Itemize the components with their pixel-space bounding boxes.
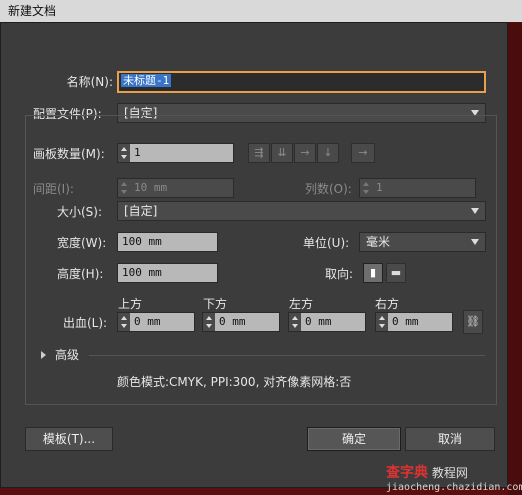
cancel-button[interactable]: 取消 [405, 427, 495, 451]
columns-label: 列数(O): [305, 182, 352, 196]
new-document-dialog: 名称(N): 未标题-1 配置文件(P): [自定] 画板数量(M): 1 ⇶ … [0, 22, 508, 488]
chain-link-icon[interactable]: ⛓ [463, 310, 483, 334]
spacing-stepper[interactable]: 10 mm [117, 178, 234, 198]
ok-button[interactable]: 确定 [307, 427, 401, 451]
units-select[interactable]: 毫米 [359, 232, 486, 252]
bleed-top-label: 上方 [118, 297, 143, 311]
artboard-count-value: 1 [130, 144, 233, 162]
decrement-icon[interactable] [121, 190, 127, 194]
orientation-label: 取向: [325, 267, 354, 281]
grid-by-column-icon[interactable]: ⇊ [271, 143, 293, 163]
window-title: 新建文档 [8, 4, 57, 18]
increment-icon[interactable] [379, 316, 385, 320]
increment-icon[interactable] [363, 182, 369, 186]
bleed-left-label: 左方 [289, 297, 314, 311]
watermark-brand: 查字典 [386, 465, 428, 481]
window-title-bar: 新建文档 [0, 0, 522, 22]
width-field[interactable]: 100 mm [117, 232, 218, 252]
bleed-bottom-stepper[interactable]: 0 mm [202, 312, 280, 332]
bleed-right-value: 0 mm [388, 313, 452, 331]
templates-button[interactable]: 模板(T)... [25, 427, 113, 451]
watermark: 查字典 教程网 jiaocheng.chazidian.com [386, 462, 522, 494]
bleed-right-stepper[interactable]: 0 mm [375, 312, 453, 332]
columns-stepper[interactable]: 1 [359, 178, 476, 198]
increment-icon[interactable] [121, 182, 127, 186]
portrait-icon[interactable]: ▮ [363, 263, 383, 283]
artboard-count-stepper[interactable]: 1 [117, 143, 234, 163]
landscape-icon[interactable]: ▬ [386, 263, 406, 283]
decrement-icon[interactable] [292, 324, 298, 328]
name-label: 名称(N): [66, 75, 113, 89]
bleed-bottom-label: 下方 [203, 297, 228, 311]
spacing-label: 间距(I): [33, 182, 74, 196]
size-select[interactable]: [自定] [117, 201, 486, 221]
height-field[interactable]: 100 mm [117, 263, 218, 283]
bleed-left-value: 0 mm [301, 313, 365, 331]
name-field[interactable]: 未标题-1 [117, 71, 486, 93]
increment-icon[interactable] [121, 316, 127, 320]
advanced-divider [89, 355, 485, 356]
name-value: 未标题-1 [121, 74, 172, 87]
units-value: 毫米 [366, 235, 391, 249]
decrement-icon[interactable] [121, 324, 127, 328]
size-label: 大小(S): [57, 205, 103, 219]
advanced-toggle[interactable]: 高级 [55, 345, 79, 365]
decrement-icon[interactable] [121, 155, 127, 159]
increment-icon[interactable] [292, 316, 298, 320]
watermark-sub: 教程网 [431, 466, 468, 480]
height-label: 高度(H): [57, 267, 104, 281]
grid-by-row-icon[interactable]: ⇶ [248, 143, 270, 163]
columns-value: 1 [372, 179, 475, 197]
spacing-value: 10 mm [130, 179, 233, 197]
right-to-left-icon[interactable]: → [351, 143, 375, 163]
increment-icon[interactable] [121, 147, 127, 151]
bleed-left-stepper[interactable]: 0 mm [288, 312, 366, 332]
chevron-down-icon [471, 239, 479, 245]
bleed-top-stepper[interactable]: 0 mm [117, 312, 195, 332]
arrange-by-row-icon[interactable]: → [294, 143, 316, 163]
bleed-top-value: 0 mm [130, 313, 194, 331]
watermark-url: jiaocheng.chazidian.com [386, 482, 522, 493]
chevron-down-icon [471, 208, 479, 214]
decrement-icon[interactable] [379, 324, 385, 328]
disclosure-triangle-icon[interactable] [41, 351, 46, 359]
decrement-icon[interactable] [206, 324, 212, 328]
size-value: [自定] [124, 204, 158, 218]
bleed-label: 出血(L): [63, 316, 108, 330]
decrement-icon[interactable] [363, 190, 369, 194]
bleed-right-label: 右方 [375, 297, 400, 311]
summary-text: 颜色模式:CMYK, PPI:300, 对齐像素网格:否 [117, 375, 352, 389]
arrange-by-column-icon[interactable]: ↓ [317, 143, 339, 163]
backdrop [508, 22, 522, 495]
bleed-bottom-value: 0 mm [215, 313, 279, 331]
units-label: 单位(U): [303, 236, 350, 250]
increment-icon[interactable] [206, 316, 212, 320]
width-label: 宽度(W): [57, 236, 107, 250]
artboard-count-label: 画板数量(M): [33, 147, 105, 161]
